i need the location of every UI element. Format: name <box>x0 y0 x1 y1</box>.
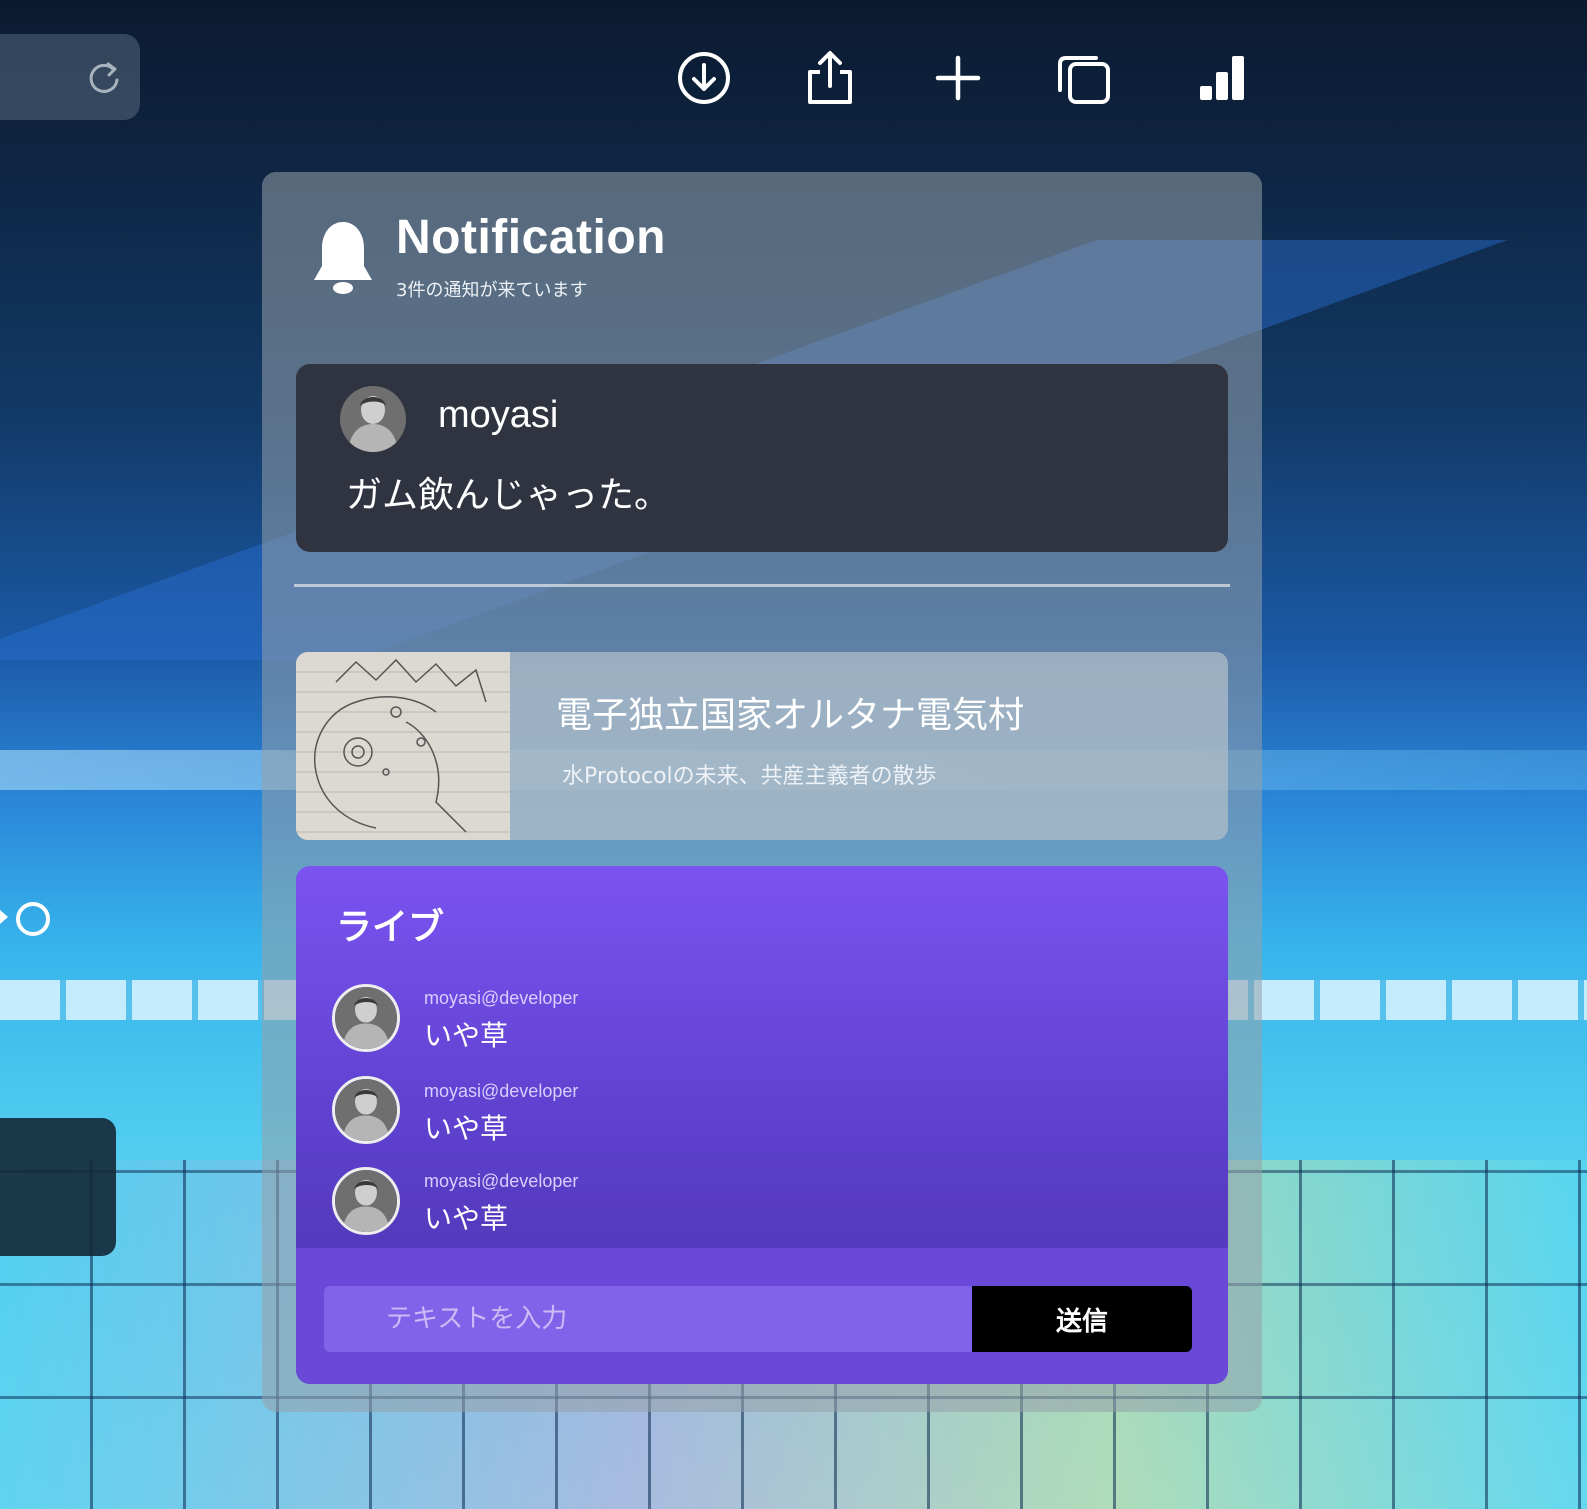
stats-button[interactable] <box>1196 50 1252 106</box>
message-text: ガム飲んじゃった。 <box>346 475 671 516</box>
article-card[interactable] <box>296 652 1228 840</box>
article-thumbnail <box>296 652 510 840</box>
avatar[interactable] <box>340 386 406 452</box>
share-icon <box>808 51 852 104</box>
bell-icon <box>314 222 372 294</box>
send-button[interactable]: 送信 <box>972 1286 1192 1352</box>
live-item-username: moyasi@developer <box>424 1081 579 1101</box>
avatar[interactable] <box>332 1167 400 1235</box>
panel-subtitle: 3件の通知が来ています <box>396 280 588 301</box>
side-panel <box>0 1118 116 1256</box>
live-item-message: いや草 <box>424 1202 509 1235</box>
avatar[interactable] <box>332 1076 400 1144</box>
live-item-message: いや草 <box>424 1112 509 1145</box>
avatar[interactable] <box>332 984 400 1052</box>
download-icon <box>678 52 730 104</box>
divider <box>294 584 1230 587</box>
share-button[interactable] <box>802 50 858 106</box>
add-button[interactable] <box>930 50 986 106</box>
duplicate-icon <box>1058 56 1110 104</box>
article-title: 電子独立国家オルタナ電気村 <box>556 695 1025 736</box>
reload-icon[interactable] <box>84 58 124 98</box>
live-item-message: いや草 <box>424 1019 509 1052</box>
live-item-username: moyasi@developer <box>424 1171 579 1191</box>
article-subtitle: 水Protocolの未来、共産主義者の散歩 <box>562 764 937 789</box>
download-button[interactable] <box>676 50 732 106</box>
ring-icon <box>16 902 50 936</box>
live-item-username: moyasi@developer <box>424 988 579 1008</box>
chat-input[interactable] <box>324 1286 972 1352</box>
live-title: ライブ <box>336 907 445 948</box>
panel-title: Notification <box>396 211 666 264</box>
signal-icon <box>1200 56 1244 100</box>
plus-icon <box>935 55 981 101</box>
message-card[interactable] <box>296 364 1228 552</box>
message-username: moyasi <box>438 394 559 436</box>
arrow-decoration <box>0 910 8 924</box>
duplicate-button[interactable] <box>1056 50 1112 106</box>
